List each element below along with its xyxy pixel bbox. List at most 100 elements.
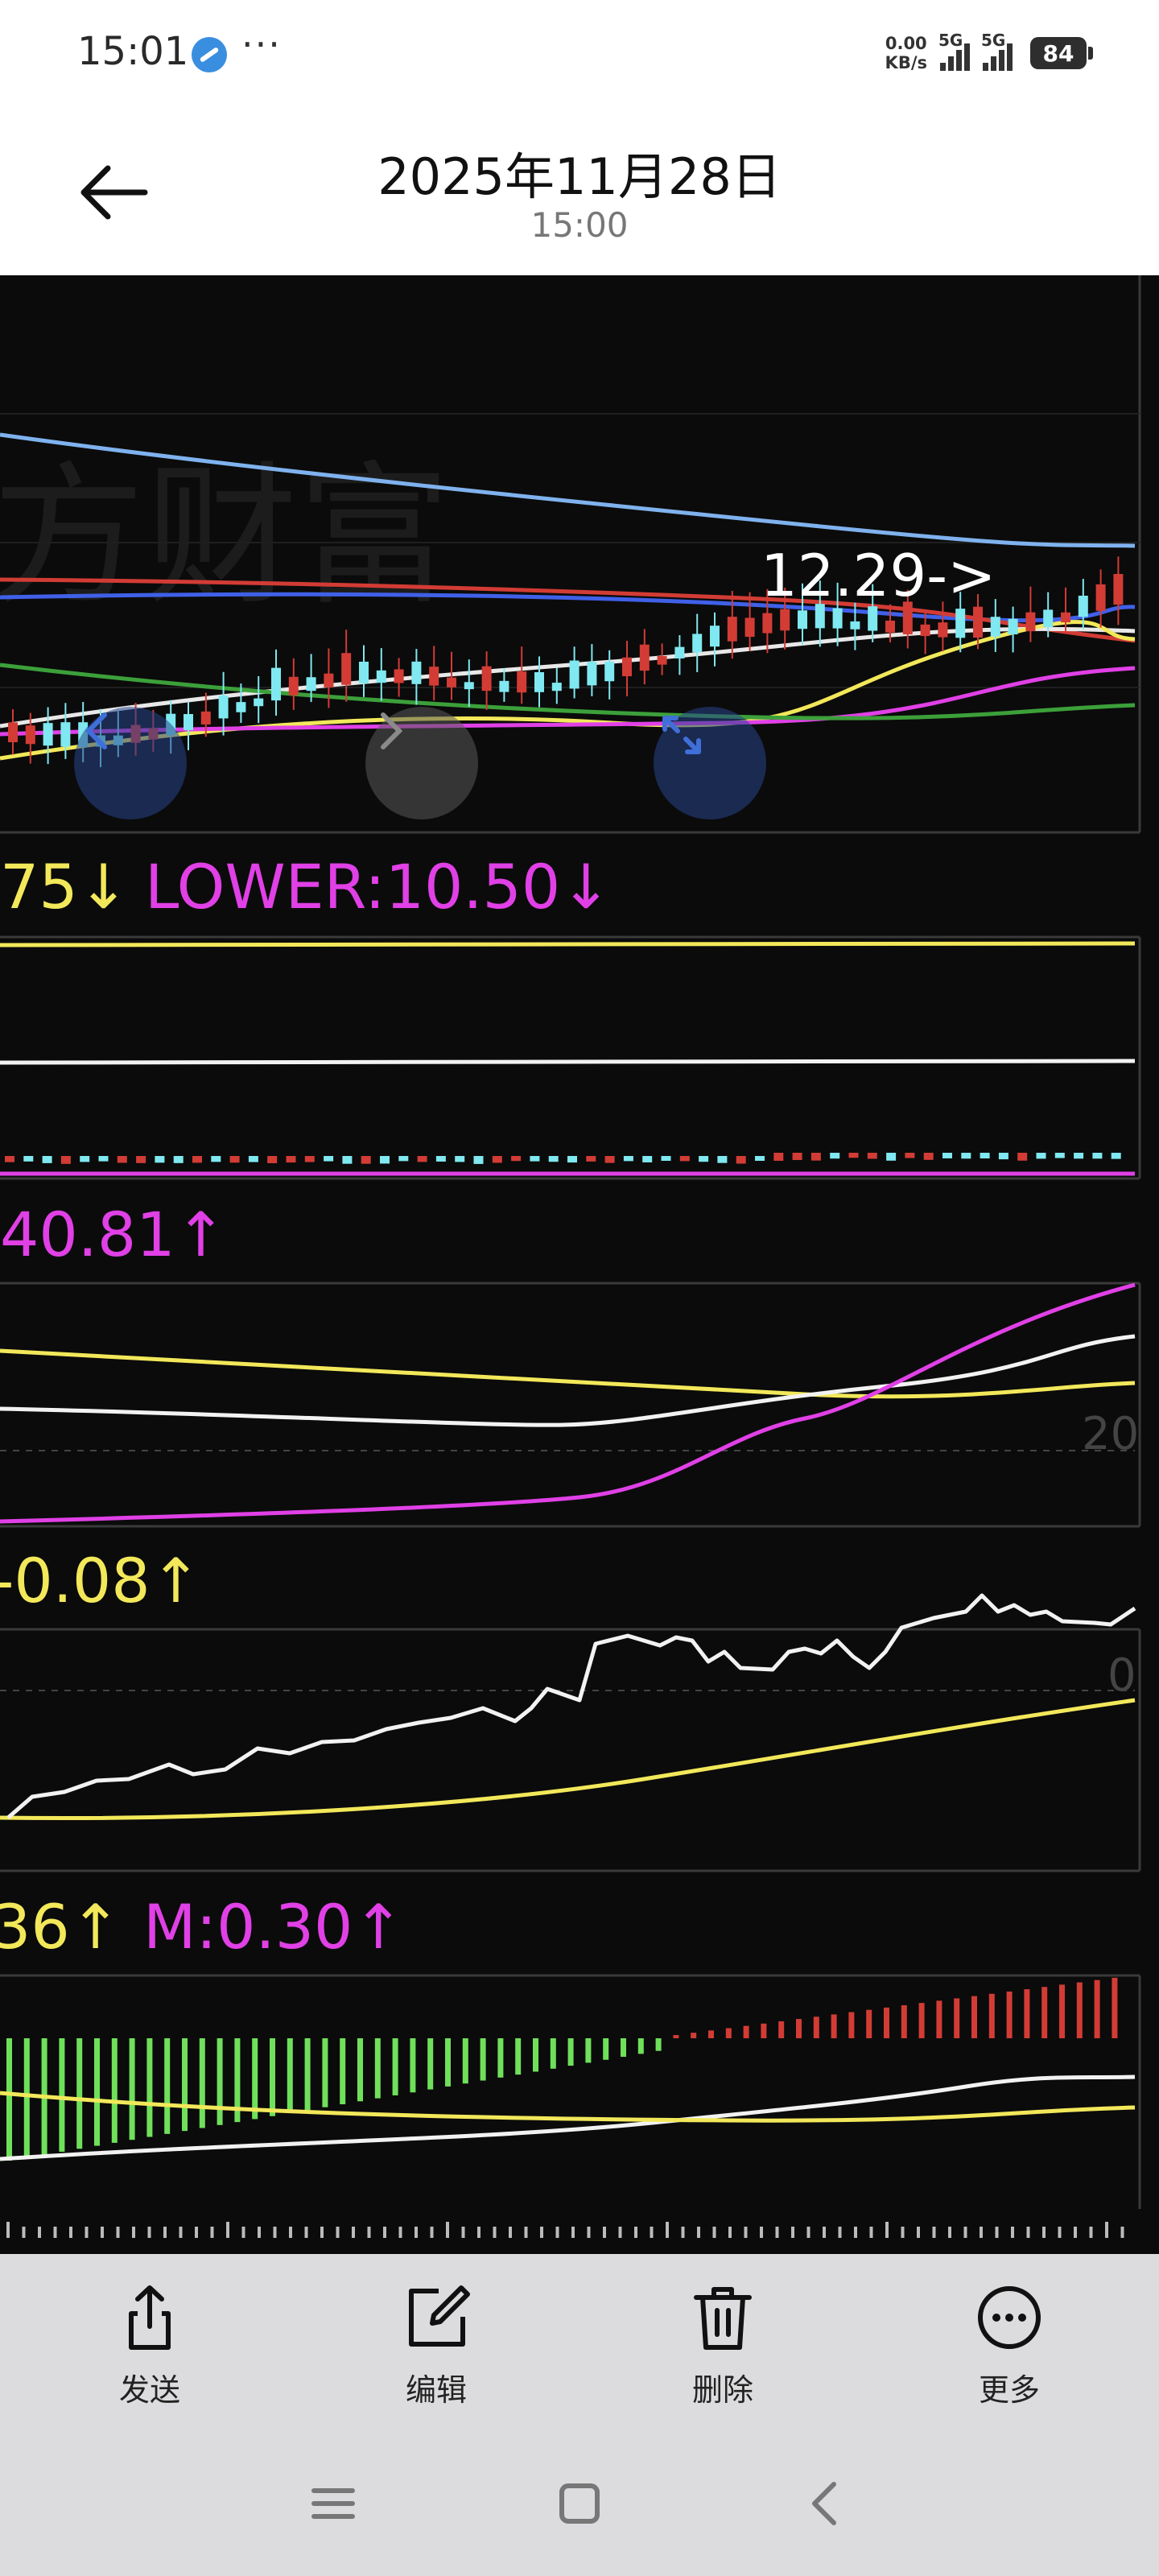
- stock-chart-image[interactable]: 方财富 12.29-> 75↓ LOWER:10.50↓ 40.81↑ 20 -…: [0, 275, 1159, 2254]
- delete-button[interactable]: 删除: [642, 2281, 803, 2426]
- share-button[interactable]: 发送: [69, 2281, 230, 2426]
- boll-lower-label: LOWER:10.50↓: [145, 851, 612, 923]
- axis-tick: [273, 2227, 277, 2238]
- boll-candle: [548, 1156, 559, 1162]
- macd-bar: [691, 2033, 697, 2038]
- candle: [551, 667, 562, 704]
- macd-m-label: M:0.30↑: [143, 1891, 404, 1963]
- candle: [43, 707, 53, 765]
- axis-tick: [415, 2227, 418, 2238]
- candle: [744, 592, 755, 651]
- macd-bar: [252, 2038, 258, 2120]
- axis-tick: [210, 2227, 214, 2238]
- more-button[interactable]: 更多: [929, 2281, 1090, 2426]
- axis-tick: [524, 2227, 528, 2238]
- axis-tick: [289, 2227, 292, 2238]
- boll-candle: [998, 1153, 1008, 1160]
- axis-tick: [618, 2227, 622, 2238]
- candle: [499, 668, 509, 702]
- axis-tick: [258, 2227, 261, 2238]
- macd-bar: [708, 2030, 714, 2038]
- page-subtitle: 15:00: [530, 205, 629, 245]
- header: 2025年11月28日 15:00: [0, 109, 1159, 275]
- axis-tick: [995, 2227, 999, 2238]
- status-time: 15:01: [77, 29, 189, 74]
- axis-tick: [948, 2227, 951, 2238]
- macd-bar: [94, 2038, 100, 2146]
- candle: [674, 635, 685, 675]
- boll-candle: [604, 1156, 615, 1163]
- axis-tick: [69, 2227, 72, 2238]
- macd-bar: [655, 2038, 662, 2051]
- more-label: 更多: [978, 2372, 1040, 2408]
- indicator-3-yellow: [0, 1698, 1136, 1820]
- candle: [324, 648, 334, 708]
- boll-candle: [961, 1153, 971, 1159]
- macd-yellow-line: [0, 2091, 1136, 2123]
- macd-bar: [1006, 1991, 1013, 2038]
- macd-bar: [129, 2038, 135, 2140]
- page-title: 2025年11月28日: [377, 147, 782, 206]
- home-button[interactable]: [547, 2471, 612, 2536]
- macd-bar: [971, 1996, 977, 2038]
- boll-candle: [886, 1153, 897, 1161]
- edit-icon: [409, 2285, 470, 2347]
- axis-tick: [304, 2227, 308, 2238]
- axis-tick: [603, 2227, 606, 2238]
- axis-tick: [1011, 2227, 1014, 2238]
- share-label: 发送: [118, 2372, 180, 2408]
- axis-tick: [838, 2227, 842, 2238]
- axis-tick: [823, 2227, 826, 2238]
- time-axis-ticks: [6, 2222, 1124, 2238]
- axis-tick: [650, 2227, 654, 2238]
- chart-prev-button[interactable]: [74, 707, 187, 819]
- chart-expand-button[interactable]: [654, 707, 766, 819]
- macd-bar: [304, 2038, 311, 2111]
- recent-apps-button[interactable]: [301, 2471, 365, 2536]
- boll-candle: [248, 1156, 258, 1162]
- system-back-button[interactable]: [794, 2471, 858, 2536]
- candle: [184, 701, 193, 750]
- axis-tick: [116, 2227, 120, 2238]
- axis-tick: [398, 2227, 402, 2238]
- macd-bar: [743, 2025, 749, 2038]
- edit-button[interactable]: 编辑: [356, 2281, 517, 2426]
- candle: [1008, 606, 1018, 653]
- macd-bar: [497, 2038, 504, 2078]
- macd-bar: [340, 2038, 346, 2104]
- macd-bar: [146, 2038, 153, 2137]
- macd-bar: [848, 2012, 855, 2038]
- macd-bar: [533, 2038, 538, 2072]
- boll-candle: [699, 1156, 709, 1162]
- macd-bar: [374, 2038, 381, 2099]
- macd-bar: [515, 2038, 522, 2075]
- axis-tick: [509, 2227, 512, 2238]
- boll-candle: [267, 1156, 278, 1163]
- boll-candle: [830, 1153, 840, 1159]
- boll-candle: [361, 1156, 371, 1164]
- macd-bar: [1112, 1977, 1118, 2038]
- boll-candle: [60, 1156, 71, 1164]
- battery-level: 84: [1042, 39, 1074, 67]
- axis-tick: [493, 2227, 497, 2238]
- macd-bar: [445, 2038, 451, 2087]
- axis-tick: [383, 2227, 386, 2238]
- boll-candle: [80, 1156, 90, 1162]
- candle: [534, 656, 544, 708]
- axis-tick: [854, 2227, 857, 2238]
- macd-bar: [866, 2009, 872, 2038]
- candle: [1061, 587, 1070, 633]
- boll-candle: [435, 1156, 446, 1162]
- candle: [218, 671, 229, 736]
- axis-tick: [1042, 2227, 1046, 2238]
- axis-tick: [666, 2222, 669, 2238]
- network-speed-value: 0.00: [885, 34, 927, 53]
- network-speed: 0.00 KB/s: [885, 34, 927, 72]
- edit-label: 编辑: [405, 2372, 467, 2408]
- boll-candle: [661, 1156, 671, 1162]
- boll-candle: [586, 1156, 596, 1162]
- chart-next-button[interactable]: [365, 707, 478, 819]
- candle: [8, 709, 18, 755]
- macd-bar: [164, 2038, 171, 2134]
- indicator-2-magenta: [0, 1282, 1136, 1524]
